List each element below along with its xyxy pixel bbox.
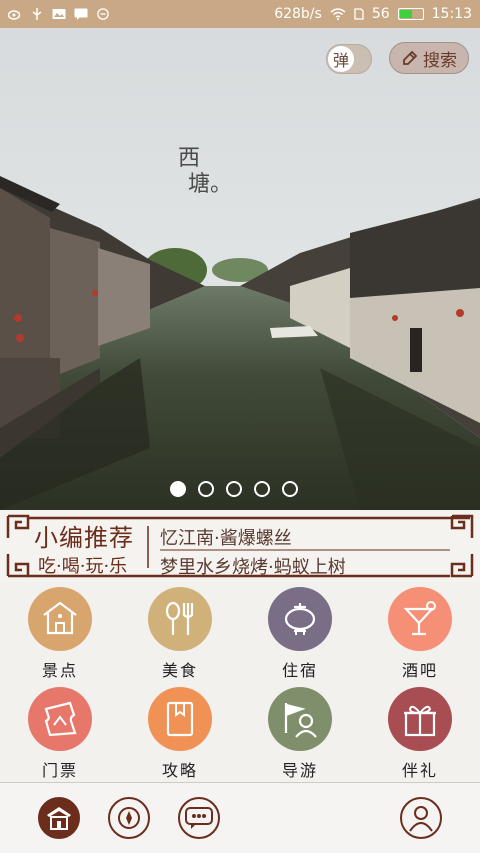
category-label: 导游 <box>281 761 318 780</box>
recommend-item[interactable]: 梦里水乡烧烤·蚂蚁上树 <box>160 553 346 579</box>
category-tour-guide[interactable]: 导游 <box>240 682 360 782</box>
lantern-icon <box>268 587 332 651</box>
category-food[interactable]: 美食 <box>120 582 240 682</box>
category-scenic[interactable]: 景点 <box>0 582 120 682</box>
hero-title-line1: 西 <box>178 146 201 171</box>
network-speed: 628b/s <box>274 6 322 22</box>
battery-icon <box>397 8 424 20</box>
category-label: 景点 <box>41 661 78 680</box>
category-lodging[interactable]: 住宿 <box>240 582 360 682</box>
clock: 15:13 <box>431 6 472 22</box>
sim-icon <box>354 8 364 20</box>
nav-map[interactable] <box>108 797 150 839</box>
weibo-icon <box>8 10 21 20</box>
carousel-indicator <box>170 481 298 497</box>
ticket-icon <box>28 687 92 751</box>
hero-banner[interactable]: 弹 搜索 西 塘。 <box>0 28 480 510</box>
nav-home[interactable] <box>38 797 80 839</box>
pen-icon <box>403 50 418 65</box>
bottom-nav <box>0 782 480 853</box>
home-icon <box>47 807 71 830</box>
minus-circle-icon <box>97 8 109 20</box>
category-bar[interactable]: 酒吧 <box>360 582 480 682</box>
gift-icon <box>388 687 452 751</box>
editor-recommend-banner[interactable]: 小编推荐 吃·喝·玩·乐 忆江南·酱爆螺丝 梦里水乡烧烤·蚂蚁上树 <box>0 510 480 582</box>
recommend-item[interactable]: 忆江南·酱爆螺丝 <box>160 524 292 550</box>
battery-percent: 56 <box>371 6 390 22</box>
carousel-dot[interactable] <box>198 481 214 497</box>
xitang-canal-photo <box>0 28 480 510</box>
carousel-dot[interactable] <box>282 481 298 497</box>
category-label: 攻略 <box>161 761 198 780</box>
category-tickets[interactable]: 门票 <box>0 682 120 782</box>
recommend-title: 小编推荐 <box>34 524 134 552</box>
category-label: 酒吧 <box>401 661 438 680</box>
carousel-dot[interactable] <box>226 481 242 497</box>
cocktail-icon <box>388 587 452 651</box>
book-icon <box>148 687 212 751</box>
guide-icon <box>268 687 332 751</box>
hero-title: 西 塘。 <box>178 146 232 198</box>
status-bar: 628b/s 56 15:13 <box>0 0 480 28</box>
spoon-fork-icon <box>148 587 212 651</box>
search-button[interactable]: 搜索 <box>389 42 469 74</box>
message-icon <box>74 8 88 20</box>
bullet-toggle[interactable]: 弹 <box>326 44 372 74</box>
category-label: 美食 <box>161 661 198 680</box>
category-label: 住宿 <box>281 661 318 680</box>
pavilion-icon <box>28 587 92 651</box>
category-guide-book[interactable]: 攻略 <box>120 682 240 782</box>
recommend-subtitle: 吃·喝·玩·乐 <box>38 556 128 577</box>
carousel-dot[interactable] <box>254 481 270 497</box>
profile-icon <box>409 806 433 832</box>
category-grid: 景点 美食 住宿 酒吧 门票 攻略 导游 伴礼 <box>0 582 480 782</box>
chat-icon <box>185 807 213 829</box>
nav-profile[interactable] <box>400 797 442 839</box>
hero-title-line2: 塘。 <box>188 172 233 197</box>
category-label: 伴礼 <box>401 761 438 780</box>
category-gift[interactable]: 伴礼 <box>360 682 480 782</box>
nav-messages[interactable] <box>178 797 220 839</box>
toggle-label: 弹 <box>328 46 354 72</box>
wifi-icon <box>330 8 346 20</box>
search-label: 搜索 <box>423 50 457 71</box>
carousel-dot[interactable] <box>170 481 186 497</box>
image-icon <box>52 9 66 19</box>
usb-icon <box>32 8 42 20</box>
category-label: 门票 <box>41 761 78 780</box>
compass-icon <box>118 807 140 829</box>
